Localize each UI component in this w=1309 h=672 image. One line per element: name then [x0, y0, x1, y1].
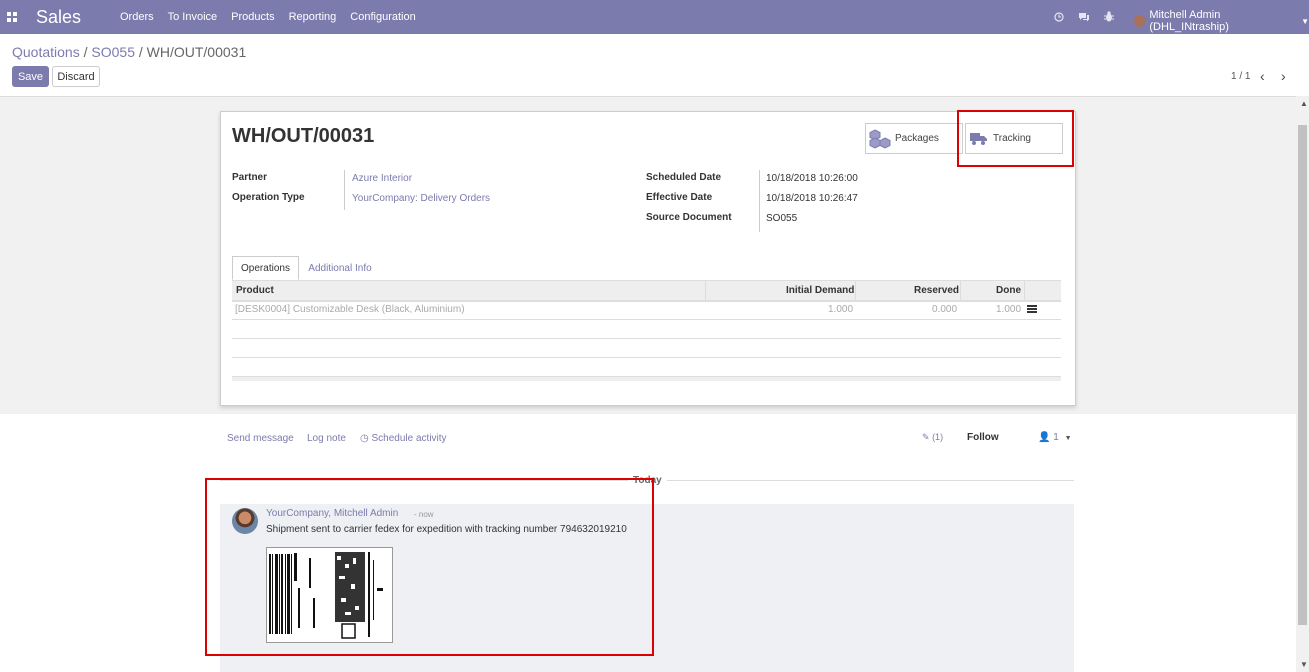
- message-highlight-box: [205, 478, 654, 656]
- log-note-link[interactable]: Log note: [307, 433, 346, 444]
- pager-previous-icon[interactable]: ‹: [1260, 68, 1265, 84]
- user-avatar: [1134, 15, 1146, 27]
- menu-reporting[interactable]: Reporting: [289, 11, 337, 23]
- breadcrumb: Quotations / SO055 / WH/OUT/00031: [12, 44, 246, 60]
- apps-menu-icon[interactable]: [7, 12, 17, 22]
- scheduled-date-field[interactable]: 10/18/2018 10:26:00: [766, 173, 858, 184]
- row-reserved: 0.000: [932, 304, 958, 315]
- tab-additional-info[interactable]: Additional Info: [300, 256, 380, 280]
- send-message-link[interactable]: Send message: [227, 433, 294, 444]
- pager-value[interactable]: 1 / 1: [1231, 71, 1250, 82]
- caret-down-icon: ▼: [1301, 16, 1309, 26]
- row-divider: [232, 338, 1061, 339]
- col-reserved[interactable]: Reserved: [914, 285, 959, 296]
- clock-icon: ◷: [360, 433, 369, 444]
- breadcrumb-so055[interactable]: SO055: [91, 44, 135, 60]
- breadcrumb-quotations[interactable]: Quotations: [12, 44, 80, 60]
- table-footer: [232, 376, 1061, 381]
- schedule-activity-label: Schedule activity: [371, 433, 447, 444]
- operations-table-header: Product Initial Demand Reserved Done: [232, 280, 1061, 302]
- packages-cubes-icon: [869, 128, 891, 149]
- field-divider: [344, 170, 345, 210]
- user-name: Mitchell Admin (DHL_INtraship): [1149, 9, 1229, 33]
- activity-clock-icon[interactable]: [1054, 12, 1064, 22]
- user-menu[interactable]: Mitchell Admin (DHL_INtraship) ▼: [1134, 9, 1309, 33]
- follow-button[interactable]: Follow: [967, 432, 999, 443]
- operation-type-label: Operation Type: [232, 192, 305, 203]
- user-icon: 👤: [1038, 432, 1051, 443]
- row-product: [DESK0004] Customizable Desk (Black, Alu…: [235, 304, 465, 315]
- packages-button[interactable]: Packages: [865, 123, 963, 154]
- menu-configuration[interactable]: Configuration: [350, 11, 415, 23]
- packages-label: Packages: [895, 133, 939, 144]
- source-document-field[interactable]: SO055: [766, 213, 797, 224]
- row-initial-demand: 1.000: [828, 304, 854, 315]
- scrollbar-thumb[interactable]: [1298, 125, 1307, 625]
- followers-count: 1: [1053, 432, 1059, 443]
- col-done[interactable]: Done: [996, 285, 1021, 296]
- discard-button[interactable]: Discard: [52, 66, 100, 87]
- main-menu: Orders To Invoice Products Reporting Con…: [120, 11, 430, 23]
- field-divider: [759, 170, 760, 232]
- partner-field[interactable]: Azure Interior: [352, 173, 412, 184]
- breadcrumb-separator: /: [138, 44, 143, 60]
- breadcrumb-current: WH/OUT/00031: [146, 44, 247, 60]
- effective-date-field: 10/18/2018 10:26:47: [766, 193, 858, 204]
- col-initial-demand[interactable]: Initial Demand: [786, 285, 854, 296]
- effective-date-label: Effective Date: [646, 192, 713, 203]
- detailed-operations-list-icon[interactable]: [1027, 305, 1037, 313]
- tab-operations[interactable]: Operations: [232, 256, 299, 280]
- debug-bug-icon[interactable]: [1104, 11, 1114, 22]
- attachments-count: (1): [932, 432, 944, 442]
- row-divider: [232, 319, 1061, 320]
- breadcrumb-separator: /: [83, 44, 88, 60]
- source-document-label: Source Document: [646, 212, 732, 223]
- col-product[interactable]: Product: [236, 285, 274, 296]
- operation-type-field[interactable]: YourCompany: Delivery Orders: [352, 193, 490, 204]
- top-navbar: Sales Orders To Invoice Products Reporti…: [0, 0, 1309, 34]
- messaging-chat-icon[interactable]: [1078, 12, 1090, 22]
- menu-products[interactable]: Products: [231, 11, 274, 23]
- scroll-up-icon[interactable]: ▲: [1300, 99, 1308, 108]
- row-divider: [232, 357, 1061, 358]
- menu-to-invoice[interactable]: To Invoice: [168, 11, 218, 23]
- followers-button[interactable]: 👤 1 ▼: [1038, 432, 1072, 443]
- tracking-highlight-box: [957, 110, 1074, 167]
- row-done: 1.000: [996, 304, 1022, 315]
- pager-next-icon[interactable]: ›: [1281, 68, 1286, 84]
- caret-down-icon: ▼: [1064, 435, 1072, 442]
- scroll-down-icon[interactable]: ▼: [1300, 660, 1308, 669]
- schedule-activity-link[interactable]: ◷ Schedule activity: [360, 433, 447, 444]
- attachments-button[interactable]: ✎ (1): [922, 432, 943, 443]
- scheduled-date-label: Scheduled Date: [646, 172, 722, 183]
- paperclip-icon: ✎: [922, 432, 930, 442]
- menu-orders[interactable]: Orders: [120, 11, 154, 23]
- record-title: WH/OUT/00031: [232, 125, 375, 147]
- partner-label: Partner: [232, 172, 268, 183]
- app-brand[interactable]: Sales: [36, 7, 81, 28]
- save-button[interactable]: Save: [12, 66, 49, 87]
